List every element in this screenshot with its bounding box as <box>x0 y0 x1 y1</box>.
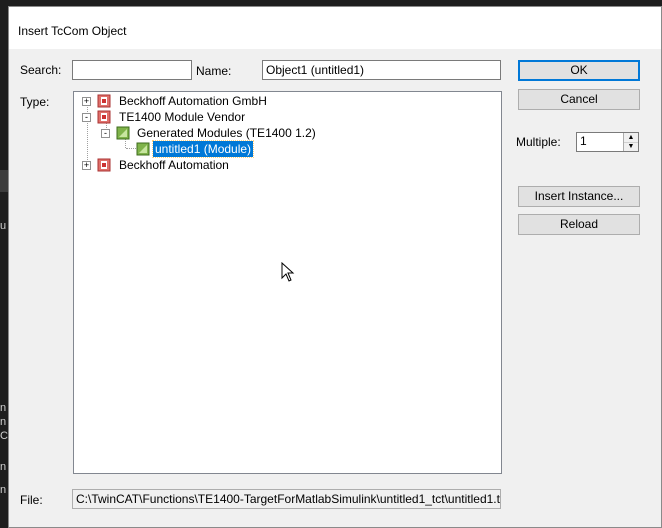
stepper-arrows[interactable]: ▲ ▼ <box>623 133 638 151</box>
name-input[interactable]: Object1 (untitled1) <box>262 60 501 80</box>
tree-node-label: untitled1 (Module) <box>151 140 255 158</box>
insert-instance-button[interactable]: Insert Instance... <box>518 186 640 207</box>
tree-node-label: TE1400 Module Vendor <box>119 110 246 124</box>
background-text: u <box>0 220 7 232</box>
multiple-value[interactable]: 1 <box>580 134 587 148</box>
background-text: n <box>0 484 7 496</box>
expand-icon[interactable]: + <box>82 161 91 170</box>
red-vendor-icon <box>97 110 111 124</box>
arrow-down-icon[interactable]: ▼ <box>624 142 638 151</box>
dialog-title: Insert TcCom Object <box>18 24 127 38</box>
collapse-icon[interactable]: - <box>82 113 91 122</box>
collapse-icon[interactable]: - <box>101 129 110 138</box>
red-vendor-icon <box>97 94 111 108</box>
cancel-button[interactable]: Cancel <box>518 89 640 110</box>
background-strip <box>0 170 8 192</box>
file-label: File: <box>20 493 43 507</box>
red-vendor-icon <box>97 158 111 172</box>
background-text: n <box>0 461 7 473</box>
background-text: n <box>0 416 7 428</box>
search-input[interactable] <box>72 60 192 80</box>
green-module-icon <box>136 142 150 156</box>
type-tree[interactable]: + Beckhoff Automation GmbH - TE1400 Modu… <box>73 91 502 474</box>
file-path-field[interactable]: C:\TwinCAT\Functions\TE1400-TargetForMat… <box>72 489 501 509</box>
insert-tccom-object-dialog: Insert TcCom Object Search: Name: Object… <box>8 6 662 528</box>
reload-button[interactable]: Reload <box>518 214 640 235</box>
multiple-stepper[interactable]: 1 ▲ ▼ <box>576 132 639 152</box>
background-text: C <box>0 430 8 442</box>
expand-icon[interactable]: + <box>82 97 91 106</box>
multiple-label: Multiple: <box>516 135 561 149</box>
ok-button[interactable]: OK <box>518 60 640 81</box>
tree-node-label: Beckhoff Automation <box>119 158 229 172</box>
name-label: Name: <box>196 64 232 78</box>
search-label: Search: <box>20 63 62 77</box>
green-module-icon <box>116 126 130 140</box>
background-text: n <box>0 402 7 414</box>
mouse-pointer-icon <box>281 262 295 282</box>
title-bar[interactable]: Insert TcCom Object <box>9 7 661 49</box>
tree-node-label: Beckhoff Automation GmbH <box>119 94 267 108</box>
type-label: Type: <box>20 95 50 109</box>
tree-node-label: Generated Modules (TE1400 1.2) <box>137 126 316 140</box>
